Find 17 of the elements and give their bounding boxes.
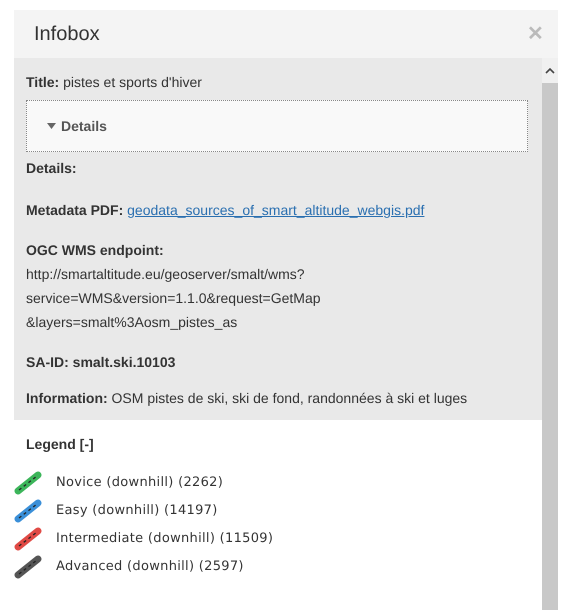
- legend-toggle[interactable]: Legend [-]: [26, 434, 530, 455]
- chevron-up-icon: [545, 67, 555, 74]
- caret-down-icon: [47, 123, 56, 129]
- sa-id-text: SA-ID: smalt.ski.10103: [26, 353, 176, 372]
- details-heading: Details:: [26, 159, 78, 178]
- details-toggle[interactable]: Details: [26, 100, 528, 152]
- title-text: Title: pistes et sports d'hiver: [26, 73, 203, 92]
- information-text: Information: OSM pistes de ski, ski de fond, randonnées à ski et luges: [26, 389, 468, 408]
- pdf-link[interactable]: geodata_sources_of_smart_altitude_webgis.pdf: [127, 202, 424, 218]
- endpoint-label: OGC WMS endpoint:: [26, 241, 165, 260]
- endpoint-url: http://smartaltitude.eu/geoserver/smalt/wms? service=WMS&version=1.1.0&request=GetMap &layers=smalt%3Aosm_pistes_as: [26, 265, 322, 332]
- legend-label: Easy (downhill) (14197): [56, 502, 218, 520]
- window-title: Infobox: [34, 22, 100, 47]
- legend-label: Advanced (downhill) (2597): [56, 558, 244, 576]
- legend-label: Intermediate (downhill) (11509): [56, 530, 274, 548]
- legend-label: Novice (downhill) (2262): [56, 474, 224, 492]
- metadata-text: Metadata PDF: geodata_sources_of_smart_altitude_webgis.pdf: [26, 201, 426, 220]
